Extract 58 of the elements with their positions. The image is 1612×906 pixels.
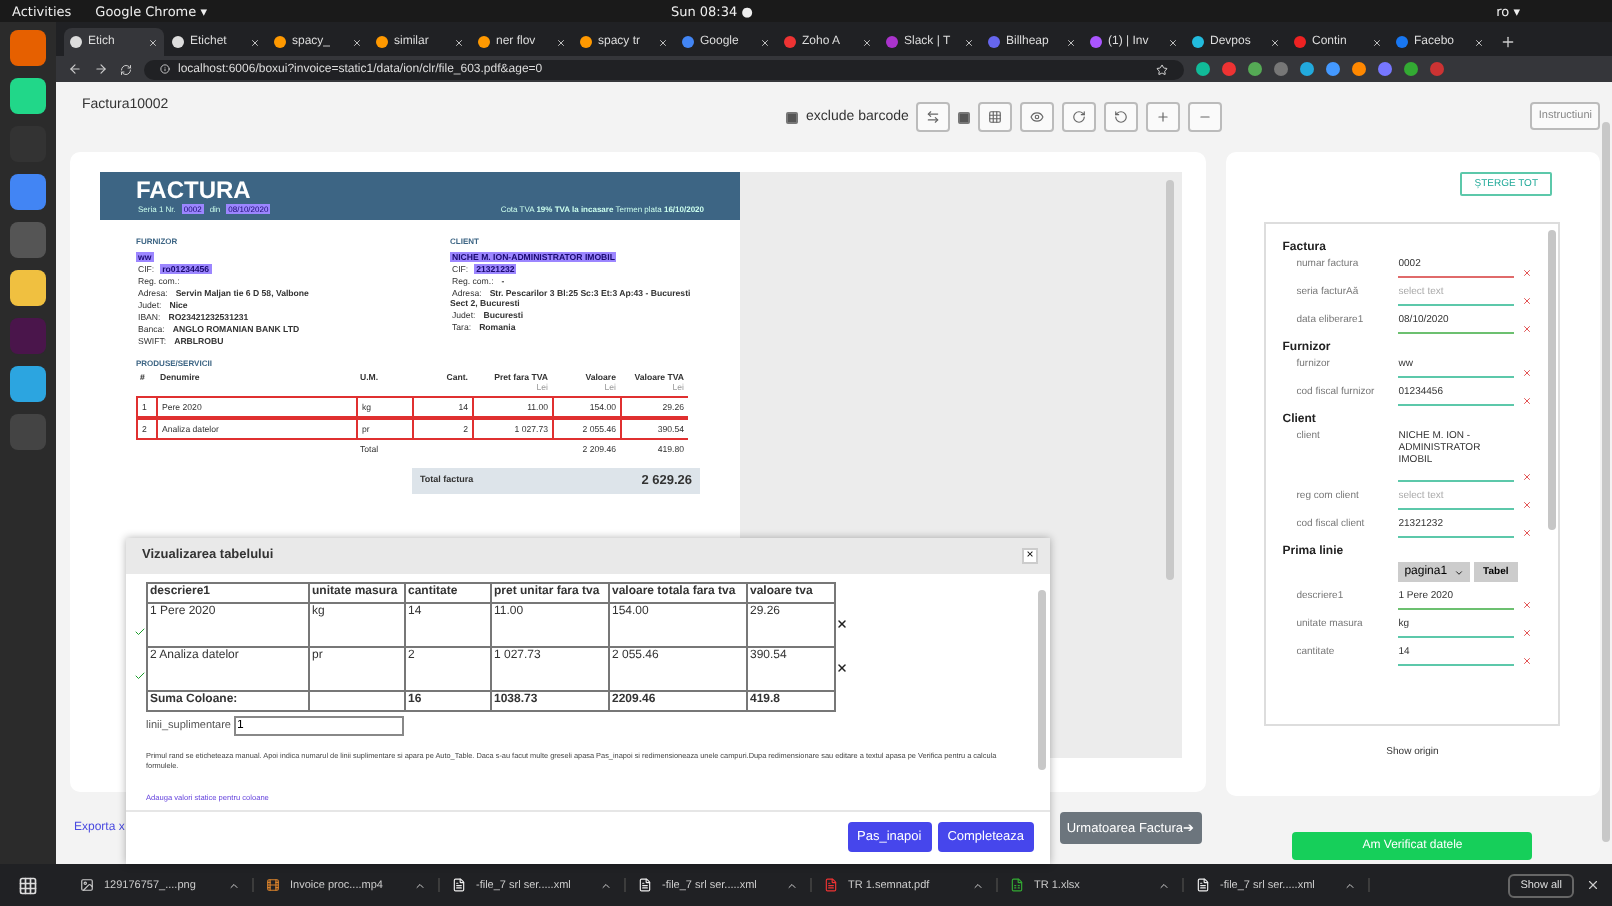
caret-icon [1158, 879, 1170, 891]
info-icon [160, 64, 170, 74]
favicon-icon [784, 36, 796, 48]
grid-button[interactable] [978, 102, 1013, 132]
favicon-icon [988, 36, 1000, 48]
minus-icon [1198, 110, 1213, 124]
swap-button[interactable] [916, 102, 951, 132]
invoice-title: FACTURA [136, 176, 253, 204]
delete-icon[interactable] [836, 661, 848, 674]
eye-button[interactable] [1020, 102, 1055, 132]
caret-icon [1453, 567, 1464, 577]
plus-icon [1156, 110, 1171, 124]
back-icon[interactable] [68, 62, 82, 76]
favicon-icon [1192, 36, 1204, 48]
star-icon[interactable] [1156, 63, 1168, 75]
rotate-left-button[interactable] [1104, 102, 1139, 132]
caret-icon [786, 879, 798, 891]
swap-icon [926, 110, 941, 124]
favicon-icon [1396, 36, 1408, 48]
reload-icon[interactable] [120, 63, 132, 75]
caret-icon [228, 879, 240, 891]
rotate-right-icon [1072, 110, 1087, 124]
favicon-icon [1294, 36, 1306, 48]
scrollbar[interactable] [1602, 122, 1610, 842]
caret-icon [414, 879, 426, 891]
favicon-icon [580, 36, 592, 48]
file-icon [80, 878, 94, 892]
checkbox[interactable] [958, 111, 971, 123]
favicon-icon [172, 36, 184, 48]
file-icon [638, 878, 652, 892]
delete-icon[interactable] [836, 617, 848, 630]
caret-icon [600, 879, 612, 891]
favicon-icon [478, 36, 490, 48]
scrollbar[interactable] [1038, 589, 1046, 770]
file-icon [1010, 878, 1024, 892]
favicon-icon [376, 36, 388, 48]
rotate-left-icon [1114, 110, 1129, 124]
checkbox[interactable] [786, 111, 799, 123]
close-icon[interactable] [1586, 878, 1600, 892]
favicon-icon [274, 36, 286, 48]
favicon-icon [1090, 36, 1102, 48]
rotate-right-button[interactable] [1062, 102, 1097, 132]
grid-icon [988, 110, 1003, 124]
favicon-icon [886, 36, 898, 48]
scrollbar[interactable] [1548, 230, 1557, 530]
caret-icon [972, 879, 984, 891]
file-icon [824, 878, 838, 892]
scrollbar[interactable] [1165, 180, 1173, 580]
file-icon [452, 878, 466, 892]
app-grid-icon[interactable] [18, 875, 38, 895]
file-icon [1196, 878, 1210, 892]
caret-icon [1344, 879, 1356, 891]
new-tab-icon[interactable] [1500, 34, 1516, 50]
forward-icon[interactable] [94, 62, 108, 76]
favicon-icon [682, 36, 694, 48]
file-icon [266, 878, 280, 892]
eye-icon [1030, 110, 1045, 124]
favicon-icon [70, 36, 82, 48]
